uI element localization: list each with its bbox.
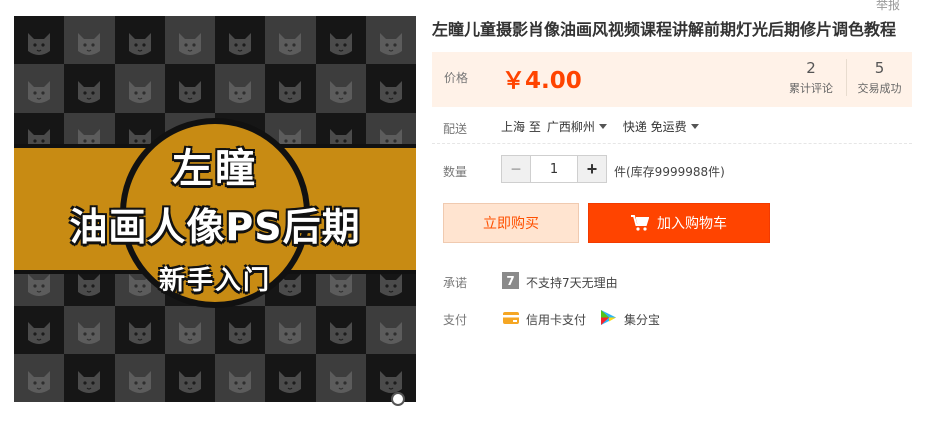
cat-face-icon (315, 16, 366, 65)
shipping-destination-select[interactable]: 广西柳州 (547, 118, 607, 135)
cat-face-icon (114, 353, 165, 402)
cat-face-icon (64, 305, 115, 354)
product-title: 左瞳儿童摄影肖像油画风视频课程讲解前期灯光后期修片调色教程 (432, 20, 897, 39)
image-title-line3: 新手入门 (158, 266, 271, 296)
seven-day-icon: 7 (502, 272, 519, 289)
stat-reviews[interactable]: 2 累计评论 (778, 59, 844, 96)
cat-face-icon (265, 64, 316, 113)
cat-face-icon (315, 353, 366, 402)
cat-face-icon (114, 305, 165, 354)
cat-face-icon (215, 16, 266, 65)
cat-face-icon (64, 16, 115, 65)
cat-face-icon (265, 353, 316, 402)
cat-face-icon (14, 305, 65, 354)
stat-transactions-value: 5 (874, 59, 885, 77)
stat-reviews-value: 2 (806, 59, 816, 77)
add-to-cart-button[interactable]: 加入购物车 (588, 203, 770, 243)
quantity-decrease-button[interactable]: − (502, 156, 530, 182)
cat-face-icon (164, 353, 215, 402)
quantity-stepper: − + (501, 155, 607, 183)
price-value: ￥4.00 (502, 68, 582, 94)
jifenbao-icon (601, 310, 616, 325)
image-title-line1: 左瞳 (172, 146, 258, 192)
zoom-icon[interactable] (391, 392, 405, 406)
credit-card-icon (503, 312, 519, 324)
shipping-method-select[interactable]: 快递 免运费 (623, 118, 699, 135)
stat-reviews-label: 累计评论 (789, 82, 833, 95)
quantity-input[interactable] (530, 156, 578, 182)
cat-face-icon (315, 64, 366, 113)
shipping-method: 快递 免运费 (622, 120, 687, 134)
price-label: 价格 (444, 71, 469, 85)
quantity-increase-button[interactable]: + (578, 156, 606, 182)
stock-text: 件(库存9999988件) (614, 165, 725, 179)
cat-face-icon (114, 64, 165, 113)
cat-face-icon (14, 353, 65, 402)
stat-transactions-label: 交易成功 (857, 82, 902, 95)
cat-face-icon (64, 64, 115, 113)
report-link[interactable]: 举报 (876, 0, 900, 13)
cat-face-icon (365, 64, 416, 113)
divider (432, 143, 912, 144)
stat-transactions: 5 交易成功 (846, 59, 912, 96)
cat-face-icon (265, 305, 316, 354)
cat-face-icon (365, 305, 416, 354)
product-image[interactable]: 左瞳 油画人像PS后期 新手入门 (14, 16, 416, 402)
quantity-label: 数量 (443, 165, 468, 179)
cat-face-icon (164, 64, 215, 113)
payment-label: 支付 (443, 313, 468, 327)
shopping-cart-icon (631, 215, 649, 231)
cat-face-icon (14, 64, 65, 113)
cat-face-icon (215, 305, 266, 354)
add-to-cart-label: 加入购物车 (657, 216, 727, 232)
shipping-label: 配送 (443, 122, 468, 136)
shipping-from: 上海 至 (501, 120, 541, 134)
promise-text[interactable]: 不支持7天无理由 (526, 274, 618, 291)
cat-face-icon (164, 16, 215, 65)
promise-label: 承诺 (443, 276, 468, 290)
chevron-down-icon (690, 124, 699, 129)
cat-face-icon (365, 16, 416, 65)
buy-now-button[interactable]: 立即购买 (443, 203, 579, 243)
cat-face-icon (215, 64, 266, 113)
shipping-line: 上海 至 广西柳州 快递 免运费 (501, 118, 699, 135)
chevron-down-icon (598, 124, 607, 129)
cat-face-icon (114, 16, 165, 65)
cat-face-icon (215, 353, 266, 402)
price-panel: 价格 ￥4.00 2 累计评论 5 交易成功 (432, 52, 912, 107)
cat-face-icon (164, 305, 215, 354)
cat-face-icon (14, 16, 65, 65)
payment-credit-card[interactable]: 信用卡支付 (526, 311, 586, 328)
cat-face-icon (315, 305, 366, 354)
shipping-destination: 广西柳州 (546, 120, 595, 134)
cat-face-icon (64, 353, 115, 402)
image-title-line2: 油画人像PS后期 (69, 205, 361, 249)
payment-jifenbao[interactable]: 集分宝 (624, 311, 660, 328)
cat-face-icon (265, 16, 316, 65)
